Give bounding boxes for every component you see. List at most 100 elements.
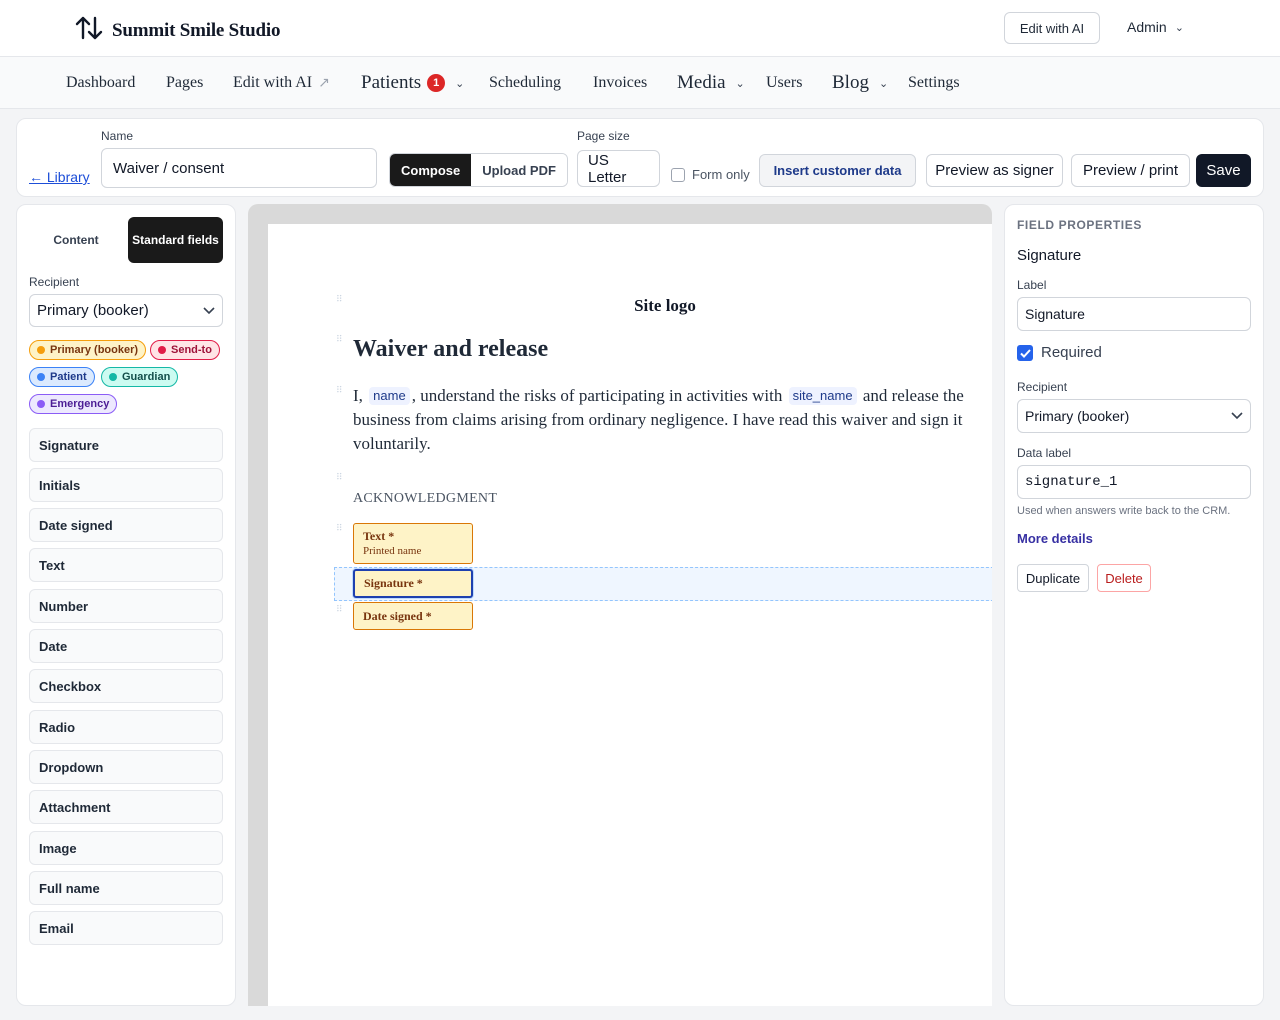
- field-image[interactable]: Image: [29, 831, 223, 865]
- color-dot-icon: [158, 346, 166, 354]
- color-dot-icon: [37, 373, 45, 381]
- nav-scheduling[interactable]: Scheduling: [489, 57, 561, 109]
- site-logo-placeholder[interactable]: Site logo: [248, 296, 992, 316]
- name-input[interactable]: Waiver / consent: [101, 148, 377, 188]
- chevron-down-icon: ⌄: [878, 76, 889, 90]
- nav-media[interactable]: Media ⌄: [677, 57, 745, 109]
- chevron-down-icon: [203, 306, 215, 314]
- drag-handle-icon[interactable]: ⠿: [336, 386, 344, 398]
- field-palette: Content Standard fields Recipient Primar…: [16, 204, 236, 1006]
- field-radio[interactable]: Radio: [29, 710, 223, 744]
- field-date[interactable]: Date: [29, 629, 223, 663]
- main-nav: Dashboard Pages Edit with AI ↗ Patients …: [0, 57, 1280, 109]
- chevron-down-icon: ⌄: [1174, 20, 1184, 34]
- preview-as-signer-button[interactable]: Preview as signer: [926, 154, 1063, 187]
- nav-blog[interactable]: Blog ⌄: [832, 57, 888, 109]
- recipient-chip[interactable]: Send-to: [150, 340, 220, 360]
- nav-pages[interactable]: Pages: [166, 57, 203, 109]
- field-initials[interactable]: Initials: [29, 468, 223, 502]
- nav-patients-label: Patients: [361, 72, 422, 93]
- tab-standard-fields[interactable]: Standard fields: [128, 217, 223, 263]
- recipient-chip[interactable]: Emergency: [29, 394, 118, 414]
- document-page[interactable]: ⠿ Site logo ⠿ Waiver and release ⠿ I, na…: [268, 224, 992, 1006]
- chevron-down-icon: ⌄: [735, 76, 745, 90]
- field-text[interactable]: Text: [29, 548, 223, 582]
- drag-handle-icon[interactable]: ⠿: [336, 524, 344, 536]
- panel-heading: FIELD PROPERTIES: [1017, 218, 1142, 232]
- external-arrow-icon: ↗: [318, 75, 330, 91]
- admin-menu[interactable]: Admin ⌄: [1127, 19, 1184, 35]
- nav-settings[interactable]: Settings: [908, 57, 960, 109]
- field-signature[interactable]: Signature: [29, 428, 223, 462]
- library-link[interactable]: ← Library: [29, 169, 90, 185]
- field-attachment[interactable]: Attachment: [29, 790, 223, 824]
- field-type: Signature: [1017, 247, 1082, 264]
- recipient-value: Primary (booker): [37, 302, 149, 319]
- field-number[interactable]: Number: [29, 589, 223, 623]
- chip-label: Send-to: [171, 344, 212, 356]
- recipient-chip[interactable]: Patient: [29, 367, 95, 387]
- document-canvas: ⠿ Site logo ⠿ Waiver and release ⠿ I, na…: [248, 204, 992, 1006]
- chip-label: Patient: [50, 371, 87, 383]
- chip-label: Primary (booker): [50, 344, 139, 356]
- required-label: Required: [1041, 344, 1102, 361]
- recipient-select[interactable]: Primary (booker): [29, 294, 223, 327]
- brand-name: Summit Smile Studio: [112, 19, 281, 41]
- field-properties-panel: FIELD PROPERTIES Signature Label Signatu…: [1004, 204, 1264, 1006]
- field-dropdown[interactable]: Dropdown: [29, 750, 223, 784]
- label-input[interactable]: Signature: [1017, 297, 1251, 331]
- drag-handle-icon[interactable]: ⠿: [336, 335, 344, 347]
- nav-users[interactable]: Users: [766, 57, 802, 109]
- preview-print-button[interactable]: Preview / print: [1071, 154, 1190, 187]
- text-field-block[interactable]: Text * Printed name: [353, 523, 473, 564]
- name-token[interactable]: name: [369, 387, 410, 405]
- text-field-sublabel: Printed name: [363, 545, 422, 557]
- data-label-input[interactable]: signature_1: [1017, 465, 1251, 499]
- nav-dashboard[interactable]: Dashboard: [66, 57, 135, 109]
- delete-button[interactable]: Delete: [1097, 564, 1151, 592]
- signature-field-block[interactable]: Signature *: [353, 569, 473, 598]
- drag-handle-icon[interactable]: ⠿: [336, 605, 344, 617]
- recipient-label: Recipient: [1017, 380, 1068, 394]
- mode-toggle: Compose Upload PDF: [389, 153, 568, 187]
- field-email[interactable]: Email: [29, 911, 223, 945]
- brand[interactable]: Summit Smile Studio: [74, 13, 280, 48]
- nav-invoices[interactable]: Invoices: [593, 57, 647, 109]
- date-signed-field-block[interactable]: Date signed *: [353, 602, 473, 630]
- field-checkbox[interactable]: Checkbox: [29, 669, 223, 703]
- site-name-token[interactable]: site_name: [788, 387, 857, 405]
- data-label-label: Data label: [1017, 446, 1072, 460]
- recipient-select[interactable]: Primary (booker): [1017, 399, 1251, 433]
- recipient-chip[interactable]: Primary (booker): [29, 340, 147, 360]
- nav-patients[interactable]: Patients 1 ⌄: [361, 57, 464, 109]
- field-date-signed[interactable]: Date signed: [29, 508, 223, 542]
- edit-with-ai-button[interactable]: Edit with AI: [1004, 12, 1100, 44]
- nav-media-label: Media: [677, 72, 726, 93]
- compose-button[interactable]: Compose: [390, 154, 472, 186]
- para-mid: , understand the risks of participating …: [411, 386, 783, 405]
- more-details-link[interactable]: More details: [1017, 531, 1093, 546]
- drag-handle-icon[interactable]: ⠿: [336, 473, 344, 485]
- required-checkbox[interactable]: [1017, 345, 1033, 361]
- palette-tabs: Content Standard fields: [29, 217, 224, 263]
- admin-label: Admin: [1127, 19, 1167, 35]
- recipient-label: Recipient: [29, 275, 80, 289]
- duplicate-button[interactable]: Duplicate: [1017, 564, 1089, 592]
- recipient-chip[interactable]: Guardian: [101, 367, 179, 387]
- field-full-name[interactable]: Full name: [29, 871, 223, 905]
- upload-pdf-button[interactable]: Upload PDF: [471, 154, 567, 186]
- recipient-value: Primary (booker): [1025, 408, 1130, 424]
- color-dot-icon: [37, 400, 45, 408]
- save-button[interactable]: Save: [1196, 154, 1251, 187]
- checkmark-icon: [1019, 348, 1031, 358]
- chevron-down-icon: ⌄: [455, 76, 465, 90]
- text-field-label: Text *: [363, 529, 395, 543]
- page-size-select[interactable]: US Letter: [577, 150, 660, 187]
- tab-content[interactable]: Content: [29, 217, 123, 263]
- acknowledgment-heading[interactable]: ACKNOWLEDGMENT: [353, 491, 497, 507]
- nav-edit-with-ai[interactable]: Edit with AI ↗: [233, 57, 330, 109]
- insert-customer-data-button[interactable]: Insert customer data: [759, 154, 916, 187]
- waiver-paragraph[interactable]: I, name, understand the risks of partici…: [353, 384, 992, 456]
- document-title[interactable]: Waiver and release: [353, 336, 548, 363]
- form-only-checkbox[interactable]: [671, 168, 685, 182]
